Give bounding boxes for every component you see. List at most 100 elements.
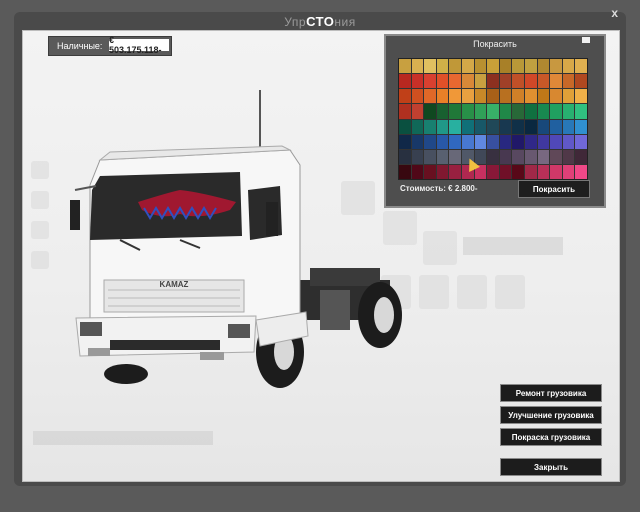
color-swatch[interactable] xyxy=(562,149,575,164)
color-swatch[interactable] xyxy=(424,104,436,119)
color-swatch[interactable] xyxy=(487,74,499,89)
color-swatch[interactable] xyxy=(537,59,550,74)
color-swatch[interactable] xyxy=(462,134,474,149)
color-swatch[interactable] xyxy=(436,59,449,74)
color-swatch[interactable] xyxy=(399,119,411,134)
color-swatch[interactable] xyxy=(411,59,424,74)
color-swatch[interactable] xyxy=(411,89,424,104)
color-swatch[interactable] xyxy=(537,74,550,89)
color-swatch[interactable] xyxy=(512,149,524,164)
color-swatch[interactable] xyxy=(550,74,562,89)
color-swatch[interactable] xyxy=(449,149,461,164)
color-swatch[interactable] xyxy=(462,104,474,119)
color-swatch[interactable] xyxy=(399,89,411,104)
color-swatch[interactable] xyxy=(462,89,474,104)
color-swatch[interactable] xyxy=(562,74,575,89)
color-swatch[interactable] xyxy=(424,59,436,74)
color-swatch[interactable] xyxy=(550,59,562,74)
color-swatch[interactable] xyxy=(550,149,562,164)
color-swatch[interactable] xyxy=(550,164,562,179)
color-swatch[interactable] xyxy=(449,134,461,149)
color-swatch[interactable] xyxy=(449,59,461,74)
color-swatch[interactable] xyxy=(449,89,461,104)
color-swatch[interactable] xyxy=(449,164,461,179)
color-swatch[interactable] xyxy=(562,59,575,74)
color-swatch[interactable] xyxy=(487,149,499,164)
color-swatch[interactable] xyxy=(399,134,411,149)
color-swatch[interactable] xyxy=(411,149,424,164)
color-swatch[interactable] xyxy=(474,134,487,149)
color-swatch[interactable] xyxy=(512,59,524,74)
color-swatch[interactable] xyxy=(424,74,436,89)
color-swatch[interactable] xyxy=(562,104,575,119)
color-swatch[interactable] xyxy=(575,74,587,89)
color-swatch[interactable] xyxy=(575,149,587,164)
color-swatch[interactable] xyxy=(550,119,562,134)
color-swatch[interactable] xyxy=(499,104,512,119)
color-swatch[interactable] xyxy=(499,119,512,134)
color-swatch[interactable] xyxy=(499,59,512,74)
color-swatch[interactable] xyxy=(411,134,424,149)
color-swatch[interactable] xyxy=(537,134,550,149)
color-swatch[interactable] xyxy=(424,149,436,164)
color-swatch[interactable] xyxy=(411,74,424,89)
color-swatch[interactable] xyxy=(575,119,587,134)
color-swatch[interactable] xyxy=(537,104,550,119)
color-swatch[interactable] xyxy=(474,74,487,89)
color-swatch[interactable] xyxy=(411,119,424,134)
color-swatch[interactable] xyxy=(575,59,587,74)
color-swatch[interactable] xyxy=(512,74,524,89)
color-swatch[interactable] xyxy=(436,89,449,104)
color-swatch[interactable] xyxy=(562,89,575,104)
color-swatch[interactable] xyxy=(562,119,575,134)
color-swatch[interactable] xyxy=(487,134,499,149)
color-swatch[interactable] xyxy=(436,104,449,119)
color-swatch[interactable] xyxy=(525,89,537,104)
upgrade-truck-button[interactable]: Улучшение грузовика xyxy=(500,406,602,424)
color-swatch[interactable] xyxy=(474,119,487,134)
color-swatch[interactable] xyxy=(575,134,587,149)
color-swatch[interactable] xyxy=(512,134,524,149)
color-swatch[interactable] xyxy=(537,164,550,179)
color-swatch[interactable] xyxy=(462,119,474,134)
color-swatch[interactable] xyxy=(411,164,424,179)
color-swatch[interactable] xyxy=(424,119,436,134)
color-swatch[interactable] xyxy=(512,119,524,134)
color-swatch[interactable] xyxy=(525,104,537,119)
color-swatch[interactable] xyxy=(550,104,562,119)
color-swatch[interactable] xyxy=(562,134,575,149)
color-swatch[interactable] xyxy=(487,104,499,119)
color-swatch[interactable] xyxy=(550,134,562,149)
color-swatch[interactable] xyxy=(424,89,436,104)
color-swatch[interactable] xyxy=(424,164,436,179)
color-swatch[interactable] xyxy=(487,59,499,74)
color-swatch[interactable] xyxy=(525,74,537,89)
color-swatch[interactable] xyxy=(462,59,474,74)
color-swatch[interactable] xyxy=(499,149,512,164)
window-close-button[interactable]: x xyxy=(611,6,618,20)
color-swatch[interactable] xyxy=(537,119,550,134)
color-swatch[interactable] xyxy=(474,104,487,119)
color-swatch[interactable] xyxy=(525,134,537,149)
color-swatch[interactable] xyxy=(562,164,575,179)
color-swatch[interactable] xyxy=(499,74,512,89)
paint-confirm-button[interactable]: Покрасить xyxy=(518,180,590,198)
color-swatch[interactable] xyxy=(462,74,474,89)
color-swatch[interactable] xyxy=(436,149,449,164)
color-swatch[interactable] xyxy=(575,104,587,119)
color-swatch[interactable] xyxy=(449,74,461,89)
color-swatch[interactable] xyxy=(399,74,411,89)
color-swatch[interactable] xyxy=(512,104,524,119)
color-swatch[interactable] xyxy=(487,164,499,179)
color-swatch[interactable] xyxy=(487,119,499,134)
color-swatch[interactable] xyxy=(436,164,449,179)
color-swatch[interactable] xyxy=(474,89,487,104)
color-swatch[interactable] xyxy=(449,104,461,119)
color-swatch[interactable] xyxy=(399,149,411,164)
color-swatch[interactable] xyxy=(525,119,537,134)
color-swatch[interactable] xyxy=(474,59,487,74)
color-swatch[interactable] xyxy=(436,74,449,89)
color-swatch[interactable] xyxy=(575,164,587,179)
color-swatch[interactable] xyxy=(512,89,524,104)
close-button[interactable]: Закрыть xyxy=(500,458,602,476)
